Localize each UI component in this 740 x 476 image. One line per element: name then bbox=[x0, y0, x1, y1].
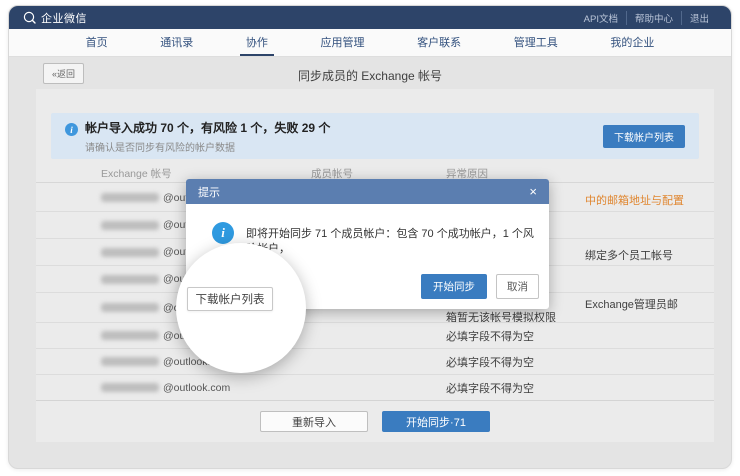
tab-collaboration[interactable]: 协作 bbox=[240, 29, 274, 56]
redacted-username bbox=[101, 193, 159, 202]
brand[interactable]: 企业微信 bbox=[23, 10, 87, 26]
dialog-message: 即将开始同步 71 个成员帐户：包含 70 个成功帐户，1 个风险帐户， bbox=[246, 227, 534, 258]
table-row: @outlook.com 必填字段不得为空 bbox=[36, 348, 714, 374]
alert-text: 帐户导入成功 70 个，有风险 1 个，失败 29 个 请确认是否同步有风险的帐… bbox=[85, 119, 330, 154]
table-row: @outlook.com 必填字段不得为空 bbox=[36, 374, 714, 400]
redacted-username bbox=[101, 357, 159, 366]
reason-text: 必填字段不得为空 bbox=[446, 354, 534, 370]
nav-bar: 首页 通讯录 协作 应用管理 客户联系 管理工具 我的企业 bbox=[9, 29, 731, 57]
reimport-button[interactable]: 重新导入 bbox=[260, 411, 368, 432]
panel-footer: 重新导入 开始同步·71 bbox=[36, 411, 714, 432]
redacted-username bbox=[101, 383, 159, 392]
tab-admin-tools[interactable]: 管理工具 bbox=[508, 29, 564, 56]
top-link-help-center[interactable]: 帮助中心 bbox=[626, 11, 681, 25]
reason-text: 中的邮箱地址与配置 bbox=[585, 192, 684, 208]
cancel-button[interactable]: 取消 bbox=[496, 274, 539, 299]
redacted-username bbox=[101, 221, 159, 230]
top-bar: 企业微信 API文档 帮助中心 退出 bbox=[9, 6, 731, 29]
alert-subtitle: 请确认是否同步有风险的帐户数据 bbox=[85, 139, 330, 154]
app-window: 企业微信 API文档 帮助中心 退出 首页 通讯录 协作 应用管理 客户联系 管… bbox=[8, 5, 732, 469]
tab-app-management[interactable]: 应用管理 bbox=[315, 29, 371, 56]
brand-name: 企业微信 bbox=[41, 10, 87, 26]
tab-home[interactable]: 首页 bbox=[80, 29, 114, 56]
close-icon[interactable]: × bbox=[529, 185, 537, 198]
info-icon: i bbox=[212, 222, 234, 244]
column-header-exchange-account: Exchange 帐号 bbox=[101, 166, 172, 181]
tab-contacts[interactable]: 通讯录 bbox=[154, 29, 199, 56]
page-title: 同步成员的 Exchange 帐号 bbox=[9, 67, 731, 84]
dialog-title: 提示 bbox=[198, 184, 220, 200]
table-row: @outlook.com 必填字段不得为空 bbox=[36, 322, 714, 348]
reason-text: 必填字段不得为空 bbox=[446, 328, 534, 344]
download-account-list-highlight-button[interactable]: 下载帐户列表 bbox=[187, 287, 273, 311]
redacted-username bbox=[101, 275, 159, 284]
wecom-logo-icon bbox=[23, 11, 36, 24]
email-domain: @outlook.com bbox=[163, 382, 230, 394]
download-account-list-button[interactable]: 下载帐户列表 bbox=[603, 125, 685, 148]
reason-text: 必填字段不得为空 bbox=[446, 380, 534, 396]
top-link-logout[interactable]: 退出 bbox=[681, 11, 717, 25]
start-sync-button[interactable]: 开始同步·71 bbox=[382, 411, 490, 432]
confirm-sync-button[interactable]: 开始同步 bbox=[421, 274, 487, 299]
spotlight-circle: 下载帐户列表 bbox=[176, 243, 306, 373]
email-cell: @outlook.com bbox=[101, 382, 230, 394]
top-link-api-docs[interactable]: API文档 bbox=[576, 11, 626, 25]
dialog-footer: 开始同步 取消 bbox=[421, 274, 539, 299]
tab-my-company[interactable]: 我的企业 bbox=[604, 29, 660, 56]
reason-text-line1: Exchange管理员邮 bbox=[585, 296, 678, 312]
tab-customer-contact[interactable]: 客户联系 bbox=[411, 29, 467, 56]
top-links: API文档 帮助中心 退出 bbox=[576, 11, 717, 25]
reason-text: 绑定多个员工帐号 bbox=[585, 247, 673, 263]
dialog-header: 提示 × bbox=[186, 179, 549, 204]
footer-divider bbox=[36, 400, 714, 401]
redacted-username bbox=[101, 303, 159, 312]
redacted-username bbox=[101, 331, 159, 340]
alert-title: 帐户导入成功 70 个，有风险 1 个，失败 29 个 bbox=[85, 119, 330, 136]
info-icon: i bbox=[65, 123, 78, 136]
redacted-username bbox=[101, 248, 159, 257]
import-result-alert: i 帐户导入成功 70 个，有风险 1 个，失败 29 个 请确认是否同步有风险… bbox=[51, 113, 699, 159]
